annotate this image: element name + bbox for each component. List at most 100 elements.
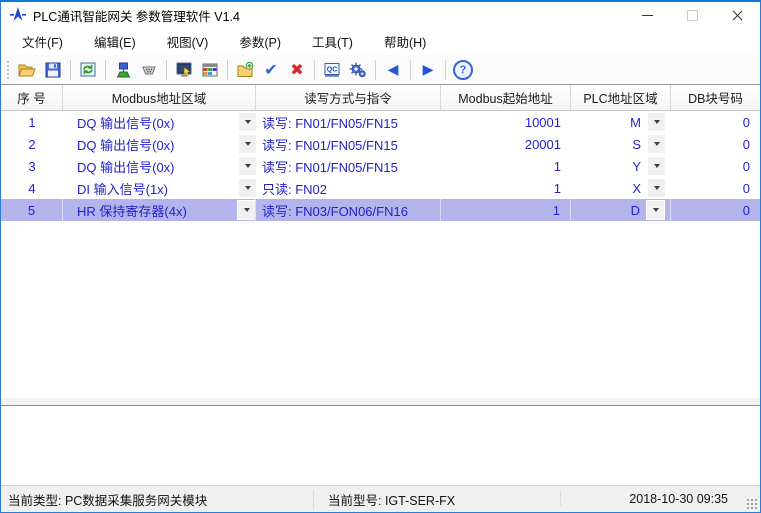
plc-area-value: S — [632, 137, 641, 152]
status-current-model: 当前型号: IGT-SER-FX — [313, 490, 560, 509]
qc-monitor-button[interactable]: QC — [320, 58, 344, 82]
cell-modbus-area: DQ 输出信号(0x) — [63, 155, 256, 177]
dropdown-button[interactable] — [647, 201, 664, 219]
dropdown-button[interactable] — [239, 157, 256, 175]
col-header-start-address[interactable]: Modbus起始地址 — [441, 85, 571, 110]
monitor-select-icon — [174, 60, 194, 80]
chevron-down-icon — [654, 186, 660, 190]
chevron-down-icon — [245, 186, 251, 190]
col-header-rw-command[interactable]: 读写方式与指令 — [256, 85, 441, 110]
menu-help[interactable]: 帮助(H) — [373, 28, 437, 55]
serial-port-icon — [139, 60, 159, 80]
cell-rw-command: 读写: FN01/FN05/FN15 — [256, 133, 441, 155]
cell-index: 2 — [1, 133, 63, 155]
save-button[interactable] — [41, 58, 65, 82]
cell-plc-area: D — [571, 199, 671, 221]
dropdown-button[interactable] — [648, 113, 665, 131]
parameter-table: 序 号 Modbus地址区域 读写方式与指令 Modbus起始地址 PLC地址区… — [1, 85, 760, 398]
cell-db-block: 0 — [671, 111, 760, 133]
toolbar-separator — [166, 60, 167, 80]
confirm-button[interactable]: ✔ — [259, 58, 283, 82]
cell-rw-command: 只读: FN02 — [256, 177, 441, 199]
delete-button[interactable]: ✖ — [285, 58, 309, 82]
cell-db-block: 0 — [671, 155, 760, 177]
panel-splitter[interactable] — [1, 398, 760, 406]
dropdown-button[interactable] — [648, 157, 665, 175]
transfer-icon — [78, 60, 98, 80]
chevron-down-icon — [245, 164, 251, 168]
menu-edit[interactable]: 编辑(E) — [83, 28, 147, 55]
dropdown-button[interactable] — [648, 135, 665, 153]
help-button[interactable]: ? — [451, 58, 475, 82]
cell-rw-command: 读写: FN01/FN05/FN15 — [256, 155, 441, 177]
menu-view[interactable]: 视图(V) — [156, 28, 220, 55]
menu-tools[interactable]: 工具(T) — [301, 28, 364, 55]
qc-monitor-icon: QC — [322, 60, 342, 80]
chevron-down-icon — [653, 208, 659, 212]
table-row[interactable]: 1 DQ 输出信号(0x) 读写: FN01/FN05/FN15 10001 M… — [1, 111, 760, 133]
window-title: PLC通讯智能网关 参数管理软件 V1.4 — [33, 6, 240, 25]
modbus-area-value: DQ 输出信号(0x) — [77, 135, 175, 154]
settings-button[interactable] — [346, 58, 370, 82]
cell-db-block: 0 — [671, 199, 760, 221]
table-row[interactable]: 4 DI 输入信号(1x) 只读: FN02 1 X 0 — [1, 177, 760, 199]
col-header-index[interactable]: 序 号 — [1, 85, 63, 110]
dropdown-button[interactable] — [239, 179, 256, 197]
chevron-down-icon — [245, 142, 251, 146]
maximize-button[interactable] — [670, 2, 715, 28]
cell-plc-area: M — [571, 111, 671, 133]
open-file-button[interactable] — [15, 58, 39, 82]
col-header-plc-area[interactable]: PLC地址区域 — [571, 85, 671, 110]
dropdown-button[interactable] — [238, 201, 255, 219]
app-window: PLC通讯智能网关 参数管理软件 V1.4 文件(F) 编辑(E) 视图(V) … — [0, 0, 761, 513]
cell-start-address: 1 — [441, 177, 571, 199]
toolbar-separator — [105, 60, 106, 80]
chevron-down-icon — [245, 120, 251, 124]
help-icon: ? — [453, 60, 473, 80]
chevron-down-icon — [244, 208, 250, 212]
app-logo-icon — [9, 6, 27, 24]
table-row[interactable]: 3 DQ 输出信号(0x) 读写: FN01/FN05/FN15 1 Y 0 — [1, 155, 760, 177]
transfer-button[interactable] — [76, 58, 100, 82]
upload-device-button[interactable] — [111, 58, 135, 82]
plc-area-value: D — [631, 203, 640, 218]
modbus-area-value: DQ 输出信号(0x) — [77, 157, 175, 176]
close-button[interactable] — [715, 2, 760, 28]
menu-file[interactable]: 文件(F) — [11, 28, 74, 55]
status-datetime: 2018-10-30 09:35 — [560, 492, 760, 506]
table-row[interactable]: 2 DQ 输出信号(0x) 读写: FN01/FN05/FN15 20001 S… — [1, 133, 760, 155]
nav-forward-button[interactable]: ▶ — [416, 58, 440, 82]
menu-params[interactable]: 参数(P) — [228, 28, 292, 55]
nav-back-button[interactable]: ◀ — [381, 58, 405, 82]
nav-forward-icon: ▶ — [423, 63, 434, 77]
toolbar-separator — [375, 60, 376, 80]
col-header-modbus-area[interactable]: Modbus地址区域 — [63, 85, 256, 110]
toolbar-grip[interactable] — [6, 60, 10, 80]
data-grid-button[interactable] — [198, 58, 222, 82]
dropdown-button[interactable] — [239, 135, 256, 153]
delete-x-icon: ✖ — [290, 62, 303, 78]
chevron-down-icon — [654, 120, 660, 124]
resize-grip[interactable] — [746, 498, 758, 510]
cell-index: 5 — [1, 199, 63, 221]
confirm-check-icon: ✔ — [264, 62, 277, 78]
cell-start-address: 1 — [441, 199, 571, 221]
plc-area-value: Y — [632, 159, 641, 174]
monitor-select-button[interactable] — [172, 58, 196, 82]
nav-back-icon: ◀ — [388, 63, 399, 77]
dropdown-button[interactable] — [648, 179, 665, 197]
toolbar-separator — [410, 60, 411, 80]
open-file-icon — [17, 60, 37, 80]
serial-port-button[interactable] — [137, 58, 161, 82]
toolbar-separator — [70, 60, 71, 80]
add-folder-button[interactable] — [233, 58, 257, 82]
maximize-icon — [687, 10, 698, 21]
dropdown-button[interactable] — [239, 113, 256, 131]
col-header-db-block[interactable]: DB块号码 — [671, 85, 760, 110]
minimize-button[interactable] — [625, 2, 670, 28]
cell-rw-command: 读写: FN03/FON06/FN16 — [256, 199, 441, 221]
cell-modbus-area: DQ 输出信号(0x) — [63, 133, 256, 155]
title-bar: PLC通讯智能网关 参数管理软件 V1.4 — [1, 2, 760, 28]
plc-area-value: M — [630, 115, 641, 130]
table-row-selected[interactable]: 5 HR 保持寄存器(4x) 读写: FN03/FON06/FN16 1 D 0 — [1, 199, 760, 221]
